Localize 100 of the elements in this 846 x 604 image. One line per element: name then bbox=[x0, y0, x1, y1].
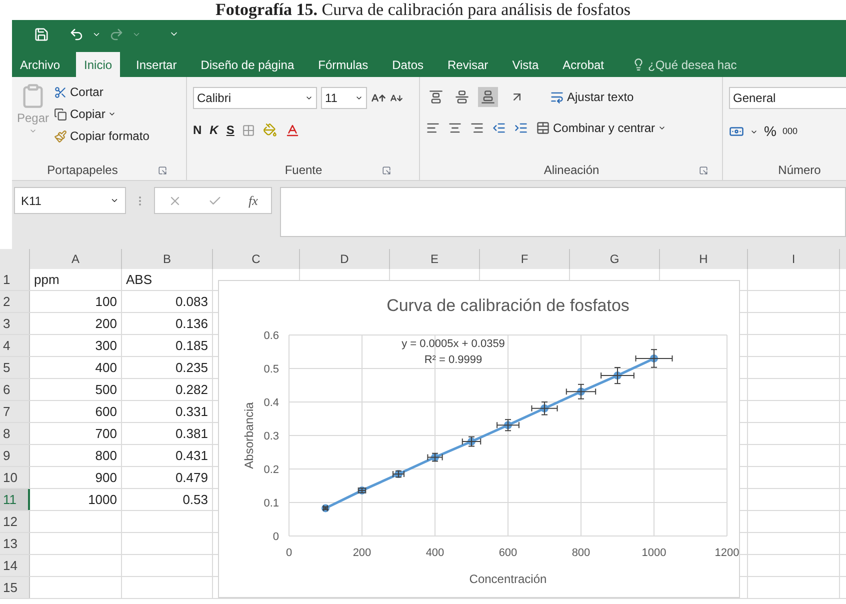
name-box[interactable]: K11 bbox=[14, 187, 126, 214]
column-header[interactable]: H bbox=[660, 249, 748, 269]
caret-icon bbox=[29, 127, 37, 135]
percent-button[interactable]: % bbox=[764, 121, 776, 142]
ribbon-tab[interactable]: Diseño de página bbox=[192, 52, 302, 77]
table-cell: 800 bbox=[30, 445, 122, 466]
trendline-equation: R² = 0.9999 bbox=[424, 354, 482, 366]
ribbon-tab[interactable]: Archivo bbox=[12, 52, 68, 77]
ribbon-tab[interactable]: Inicio bbox=[76, 52, 120, 77]
save-icon[interactable] bbox=[34, 26, 49, 42]
lightbulb-icon bbox=[632, 58, 646, 71]
ribbon-tab[interactable]: Vista bbox=[504, 52, 547, 77]
cut-button[interactable]: Cortar bbox=[54, 83, 150, 101]
column-header[interactable]: G bbox=[570, 249, 660, 269]
align-left-icon[interactable] bbox=[426, 121, 440, 135]
row-header[interactable]: 9 bbox=[0, 445, 30, 466]
x-tick-label: 1000 bbox=[642, 547, 666, 559]
y-tick-label: 0.2 bbox=[264, 464, 279, 476]
row-header[interactable]: 13 bbox=[0, 533, 30, 554]
row-header[interactable]: 11 bbox=[0, 489, 30, 510]
wrap-text-icon bbox=[550, 90, 564, 104]
font-color-icon[interactable] bbox=[285, 122, 300, 138]
insert-function-button[interactable]: fx bbox=[248, 190, 258, 210]
data-point bbox=[358, 486, 366, 494]
row-header[interactable]: 7 bbox=[0, 401, 30, 422]
formula-field[interactable] bbox=[280, 187, 846, 237]
table-cell: 1000 bbox=[30, 489, 122, 510]
fill-color-icon[interactable] bbox=[263, 123, 278, 137]
copy-button[interactable]: Copiar bbox=[54, 105, 150, 123]
group-label: Portapapeles bbox=[47, 162, 118, 179]
row-header[interactable]: 10 bbox=[0, 467, 30, 488]
table-cell: 600 bbox=[30, 401, 122, 422]
data-point bbox=[462, 436, 482, 447]
table-cell: 100 bbox=[30, 291, 122, 312]
table-cell: 400 bbox=[30, 357, 122, 378]
row-header[interactable]: 5 bbox=[0, 357, 30, 378]
caret-icon bbox=[305, 94, 313, 102]
column-header[interactable]: I bbox=[748, 249, 840, 269]
wrap-text-button[interactable]: Ajustar texto bbox=[550, 88, 634, 106]
decrease-indent-icon[interactable] bbox=[492, 121, 506, 135]
ribbon-tab[interactable]: Insertar bbox=[128, 52, 185, 77]
ribbon-tab[interactable]: Datos bbox=[384, 52, 432, 77]
x-tick-label: 600 bbox=[498, 547, 518, 559]
thousands-button[interactable]: 000 bbox=[782, 124, 798, 138]
x-tick-label: 0 bbox=[286, 547, 292, 559]
dialog-launcher-icon[interactable] bbox=[158, 166, 167, 174]
column-header[interactable]: F bbox=[480, 249, 570, 269]
font-size-field[interactable]: 11 bbox=[321, 87, 367, 109]
group-label: Alineación bbox=[544, 162, 600, 179]
currency-icon[interactable] bbox=[729, 124, 744, 139]
y-tick-label: 0.1 bbox=[264, 498, 279, 510]
underline-button[interactable]: S bbox=[226, 121, 234, 139]
group-label: Fuente bbox=[284, 162, 322, 179]
ribbon-tab[interactable]: Fórmulas bbox=[310, 52, 376, 77]
table-cell: ppm bbox=[30, 269, 122, 290]
figure-caption: Fotografía 15. Curva de calibración para análisis de fosfatos bbox=[216, 0, 630, 20]
column-header[interactable]: A bbox=[30, 249, 122, 269]
format-painter-button[interactable]: Copiar formato bbox=[54, 127, 150, 145]
ribbon-tab[interactable]: Revisar bbox=[440, 52, 496, 77]
increase-indent-icon[interactable] bbox=[514, 121, 528, 135]
merge-icon bbox=[536, 121, 550, 135]
row-header[interactable]: 8 bbox=[0, 423, 30, 444]
align-center-icon[interactable] bbox=[448, 121, 462, 135]
bold-button[interactable]: N bbox=[193, 121, 202, 139]
data-point bbox=[566, 384, 596, 400]
column-header[interactable]: B bbox=[122, 249, 213, 269]
borders-icon[interactable] bbox=[242, 124, 256, 136]
table-cell: 0.136 bbox=[122, 313, 213, 334]
row-header[interactable]: 4 bbox=[0, 335, 30, 356]
y-tick-label: 0.3 bbox=[264, 430, 279, 442]
italic-button[interactable]: K bbox=[210, 121, 218, 139]
row-header[interactable]: 2 bbox=[0, 291, 30, 312]
row-header[interactable]: 15 bbox=[0, 577, 30, 598]
merge-center-button[interactable]: Combinar y centrar bbox=[536, 119, 666, 137]
caret-icon bbox=[108, 110, 116, 118]
font-name-field[interactable]: Calibri bbox=[193, 87, 317, 109]
x-tick-label: 200 bbox=[352, 547, 372, 559]
caret-icon bbox=[355, 94, 363, 102]
row-header[interactable]: 14 bbox=[0, 555, 30, 576]
dialog-launcher-icon[interactable] bbox=[699, 166, 708, 174]
align-right-icon[interactable] bbox=[470, 121, 484, 135]
data-point bbox=[427, 452, 443, 462]
x-tick-label: 800 bbox=[572, 547, 590, 559]
row-header[interactable]: 6 bbox=[0, 379, 30, 400]
row-header[interactable]: 12 bbox=[0, 511, 30, 532]
y-axis-title: Absorbancia bbox=[242, 402, 256, 469]
row-header[interactable]: 3 bbox=[0, 313, 30, 334]
table-cell: 500 bbox=[30, 379, 122, 400]
ribbon-tab[interactable]: Acrobat bbox=[554, 52, 612, 77]
data-point bbox=[496, 419, 520, 432]
column-header[interactable]: D bbox=[300, 249, 390, 269]
vertical-align-icon[interactable] bbox=[478, 87, 498, 107]
row-header[interactable]: 1 bbox=[0, 269, 30, 290]
column-header[interactable]: E bbox=[390, 249, 480, 269]
tell-me-field[interactable]: ¿Qué desea hac bbox=[648, 56, 737, 74]
dialog-launcher-icon[interactable] bbox=[382, 166, 392, 174]
column-header[interactable]: C bbox=[213, 249, 300, 269]
y-tick-label: 0 bbox=[272, 531, 279, 543]
undo-icon[interactable] bbox=[69, 26, 84, 42]
number-format-field[interactable]: General bbox=[729, 87, 846, 109]
